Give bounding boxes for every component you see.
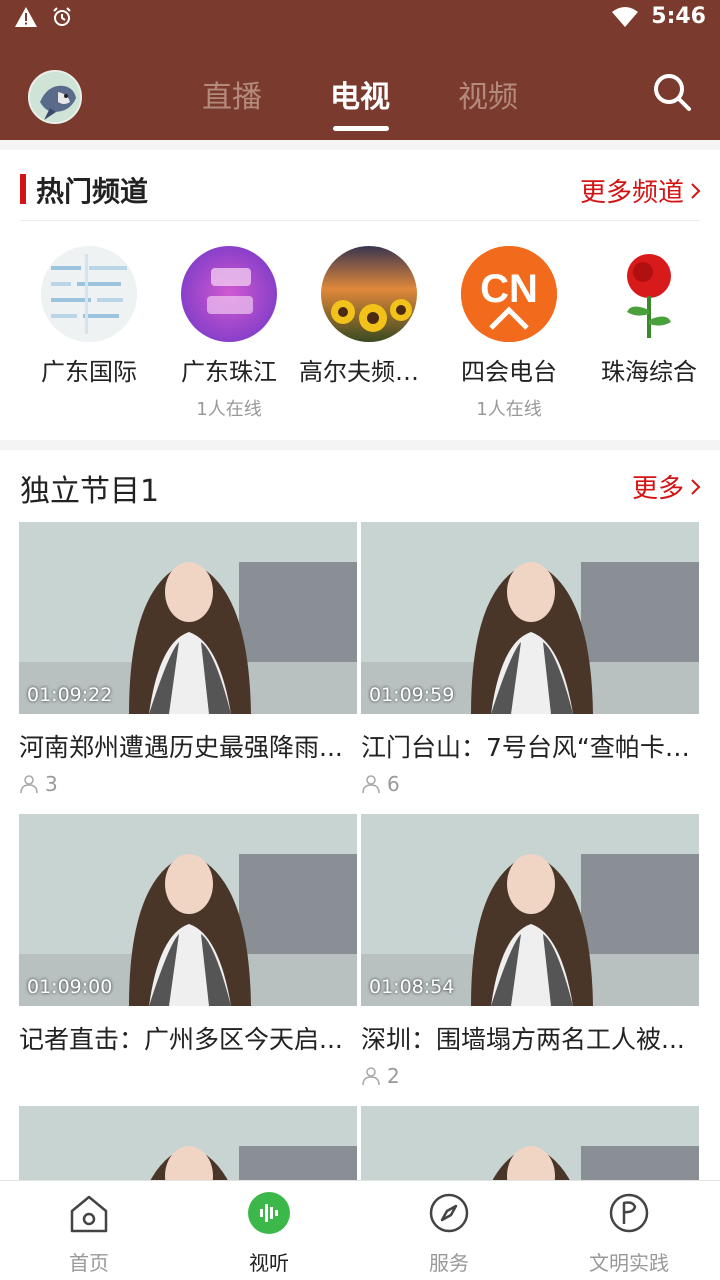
cn-logo-text: CN [480, 267, 538, 311]
video-card[interactable]: 01:09:59 江门台山：7号台风“查帕卡”... 6 [361, 522, 699, 796]
wifi-icon [612, 6, 639, 27]
nav-civilization[interactable]: 文明实践 [569, 1191, 689, 1276]
nav-service[interactable]: 服务 [389, 1191, 509, 1276]
video-title: 记者直击：广州多区今天启... [19, 1025, 343, 1054]
video-card[interactable]: 01:08:54 深圳：围墙塌方两名工人被... 2 [361, 814, 699, 1088]
hot-channels-section: 热门频道 更多频道 广东国际 广东珠江 1人在线 高尔夫频道... CN 四会电… [0, 150, 720, 440]
viewer-count: 3 [45, 772, 58, 796]
top-header: 直播 电视 视频 [0, 38, 720, 140]
header-tabs: 直播 电视 视频 [0, 38, 720, 140]
video-viewers: 2 [361, 1064, 699, 1088]
search-icon[interactable] [652, 72, 692, 112]
compass-icon [429, 1193, 469, 1233]
more-channels-link[interactable]: 更多频道 [580, 172, 702, 209]
video-thumbnail: 01:09:59 [361, 522, 699, 714]
video-thumbnail: 01:08:54 [361, 814, 699, 1006]
channel-name: 广东国际 [41, 358, 137, 386]
video-card[interactable]: 01:09:22 河南郑州遭遇历史最强降雨... 3 [19, 522, 357, 796]
more-programs-link[interactable]: 更多 [632, 468, 702, 505]
channel-thumbnail [601, 246, 697, 342]
channel-thumbnail: CN [461, 246, 557, 342]
channel-list: 广东国际 广东珠江 1人在线 高尔夫频道... CN 四会电台 1人在线 珠海综… [0, 246, 720, 426]
bottom-nav: 首页 视听 服务 文明实践 [0, 1180, 720, 1280]
channel-thumbnail [181, 246, 277, 342]
tab-live[interactable]: 直播 [202, 72, 262, 116]
video-thumbnail: 01:09:22 [19, 522, 357, 714]
person-icon [362, 775, 380, 794]
channel-item[interactable]: 广东珠江 1人在线 [159, 246, 299, 421]
viewer-count: 6 [387, 772, 400, 796]
nav-label: 文明实践 [589, 1251, 669, 1275]
program-section: 独立节目1 更多 01:09:22 河南郑州遭遇历史最强降雨... 3 01:0… [0, 450, 720, 1280]
section-accent-bar [20, 174, 26, 204]
audio-icon [248, 1192, 290, 1234]
video-thumbnail: 01:09:00 [19, 814, 357, 1006]
channel-name: 四会电台 [461, 358, 557, 386]
video-duration: 01:09:59 [369, 684, 455, 706]
channel-name: 广东珠江 [181, 358, 277, 386]
divider [20, 220, 700, 221]
home-icon [70, 1195, 108, 1233]
nav-label: 首页 [69, 1251, 109, 1275]
channel-thumbnail [41, 246, 137, 342]
channel-item[interactable]: 珠海综合 [579, 246, 719, 395]
flag-icon [609, 1193, 649, 1233]
section-title: 独立节目1 [20, 474, 160, 509]
alarm-icon [53, 7, 71, 26]
video-title: 河南郑州遭遇历史最强降雨... [19, 733, 343, 762]
tab-video[interactable]: 视频 [458, 72, 518, 116]
person-icon [20, 775, 38, 794]
channel-online: 1人在线 [196, 399, 262, 420]
channel-thumbnail [321, 246, 417, 342]
video-duration: 01:09:22 [27, 684, 113, 706]
channel-item[interactable]: 广东国际 [19, 246, 159, 395]
video-duration: 01:08:54 [369, 976, 455, 998]
channel-name: 高尔夫频道... [299, 358, 439, 386]
nav-label: 服务 [429, 1251, 469, 1275]
chevron-right-icon [691, 478, 701, 495]
status-bar: 5:46 [0, 0, 720, 38]
video-viewers: 6 [361, 772, 699, 796]
tab-tv[interactable]: 电视 [330, 72, 390, 116]
chevron-right-icon [691, 182, 701, 199]
video-title: 深圳：围墙塌方两名工人被... [361, 1025, 685, 1054]
nav-audio-video[interactable]: 视听 [209, 1191, 329, 1276]
person-icon [362, 1067, 380, 1086]
section-title: 热门频道 [36, 175, 149, 208]
video-card[interactable]: 01:09:00 记者直击：广州多区今天启... [19, 814, 357, 1056]
channel-name: 珠海综合 [601, 358, 697, 386]
video-viewers: 3 [19, 772, 357, 796]
nav-home[interactable]: 首页 [29, 1191, 149, 1276]
channel-item[interactable]: CN 四会电台 1人在线 [439, 246, 579, 421]
video-title: 江门台山：7号台风“查帕卡”... [361, 733, 699, 762]
video-duration: 01:09:00 [27, 976, 113, 998]
viewer-count: 2 [387, 1064, 400, 1088]
channel-online: 1人在线 [476, 399, 542, 420]
more-channels-label: 更多频道 [579, 178, 684, 208]
channel-item[interactable]: 高尔夫频道... [299, 246, 439, 395]
nav-label: 视听 [249, 1251, 289, 1275]
status-time: 5:46 [651, 4, 706, 29]
tab-active-indicator [333, 126, 389, 131]
warning-icon [15, 7, 37, 27]
more-programs-label: 更多 [631, 474, 684, 504]
